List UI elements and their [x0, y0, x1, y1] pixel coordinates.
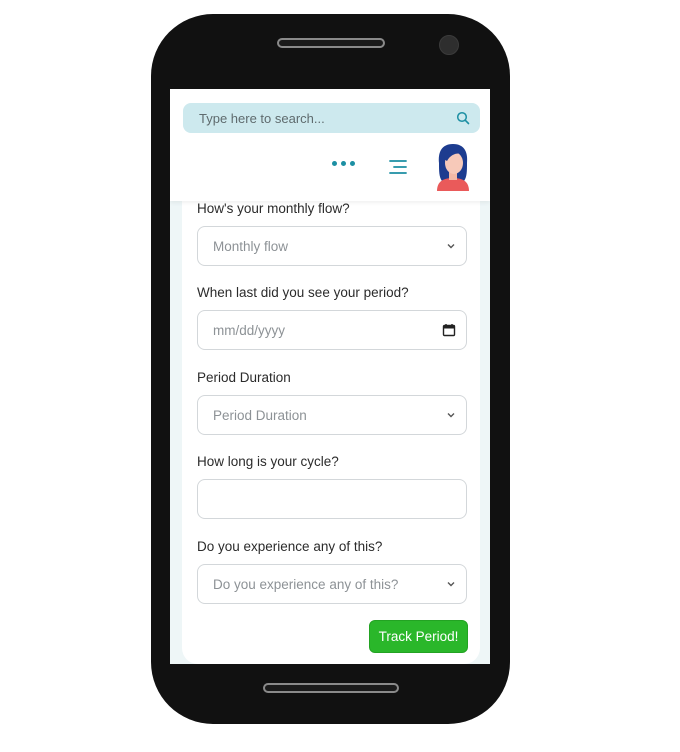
screen: How's your monthly flow? Monthly flow Wh… — [170, 89, 490, 664]
chevron-down-icon — [446, 579, 456, 589]
symptoms-select[interactable]: Do you experience any of this? — [197, 564, 467, 604]
calendar-icon[interactable] — [442, 323, 456, 337]
chevron-down-icon — [446, 410, 456, 420]
cycle-label: How long is your cycle? — [197, 454, 339, 469]
app-header — [170, 89, 490, 201]
hamburger-menu-icon[interactable] — [388, 159, 408, 175]
monthly-flow-select[interactable]: Monthly flow — [197, 226, 467, 266]
more-dots-icon[interactable] — [332, 161, 355, 166]
chevron-down-icon — [446, 241, 456, 251]
monthly-flow-value: Monthly flow — [213, 238, 289, 254]
last-period-date-input[interactable]: mm/dd/yyyy — [197, 310, 467, 350]
last-period-label: When last did you see your period? — [197, 285, 409, 300]
cycle-length-input[interactable] — [197, 479, 467, 519]
last-period-value: mm/dd/yyyy — [213, 322, 286, 338]
symptoms-label: Do you experience any of this? — [197, 539, 383, 554]
phone-speaker — [277, 38, 385, 48]
search-input[interactable] — [197, 109, 456, 127]
user-avatar[interactable] — [433, 141, 473, 191]
symptoms-value: Do you experience any of this? — [213, 576, 399, 592]
flow-label: How's your monthly flow? — [197, 201, 350, 216]
duration-label: Period Duration — [197, 370, 291, 385]
phone-home-button[interactable] — [263, 683, 399, 693]
track-period-button[interactable]: Track Period! — [369, 620, 468, 653]
phone-camera — [439, 35, 459, 55]
search-bar[interactable] — [183, 103, 480, 133]
phone-frame: How's your monthly flow? Monthly flow Wh… — [151, 14, 510, 724]
search-icon[interactable] — [456, 111, 470, 125]
period-duration-select[interactable]: Period Duration — [197, 395, 467, 435]
period-duration-value: Period Duration — [213, 407, 307, 423]
